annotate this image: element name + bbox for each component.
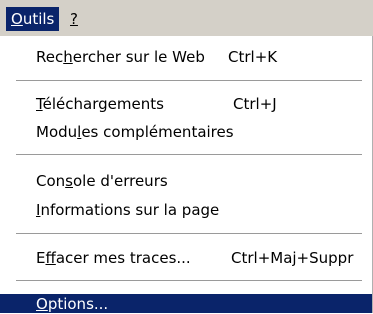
menu-item-shortcut: Ctrl+K [228,48,278,66]
menu-separator [16,154,362,155]
menu-item-shortcut: Ctrl+J [233,95,277,113]
menu-item-downloads[interactable]: Téléchargements Ctrl+J [0,92,372,116]
menu-item-search-web[interactable]: Rechercher sur le Web Ctrl+K [0,45,372,69]
menu-item-label: Informations sur la page [36,201,220,219]
menu-separator [16,280,362,281]
menu-item-error-console[interactable]: Console d'erreurs [0,169,372,193]
menu-item-page-info[interactable]: Informations sur la page [0,198,372,222]
menu-item-shortcut: Ctrl+Maj+Suppr [231,249,354,267]
menu-separator [16,233,362,234]
menu-item-clear-traces[interactable]: Effacer mes traces... Ctrl+Maj+Suppr [0,246,372,270]
tools-dropdown-menu: Rechercher sur le Web Ctrl+K Téléchargem… [0,36,373,313]
menu-item-label: Modules complémentaires [36,123,234,141]
menu-item-label: Téléchargements [36,95,164,113]
menu-item-label: Rechercher sur le Web [36,48,205,66]
menu-item-addons[interactable]: Modules complémentaires [0,120,372,144]
menu-help[interactable]: ? [68,7,80,31]
menu-item-label: Options... [36,295,109,313]
menu-item-options[interactable]: Options... [0,294,372,313]
menu-help-label: ? [70,10,78,28]
menu-item-label: Effacer mes traces... [36,249,191,267]
menu-outils[interactable]: Outils [6,7,60,31]
menu-outils-label: utils [22,10,55,28]
menu-outils-accel: O [11,10,23,28]
menu-separator [16,80,362,81]
menu-item-label: Console d'erreurs [36,172,168,190]
menu-bar: Outils ? [0,0,373,36]
